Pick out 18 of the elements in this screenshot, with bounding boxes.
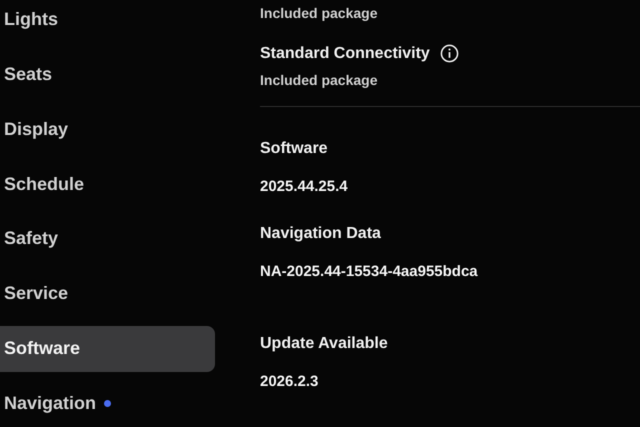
section-title: Update Available [260, 335, 389, 353]
sidebar-item[interactable]: Safety [0, 216, 215, 262]
section-title: Software [260, 140, 329, 158]
section-title: Navigation Data [260, 225, 382, 243]
sidebar-item[interactable]: Service [0, 270, 215, 318]
sidebar-item[interactable]: Lights [0, 0, 215, 42]
connectivity-title: Standard Connectivity [260, 44, 430, 62]
sidebar-item[interactable]: Display [0, 106, 215, 152]
package-label: Included package [260, 72, 378, 88]
info-icon[interactable] [440, 44, 459, 63]
package-label: Included package [260, 5, 378, 21]
section-value: 2025.44.25.4 [260, 178, 349, 195]
sidebar-item[interactable]: Schedule [0, 160, 215, 208]
sidebar-item[interactable]: Software [0, 326, 215, 372]
section-value: NA-2025.44-15534-4aa955bdca [260, 263, 479, 280]
sidebar-item[interactable]: Navigation [0, 380, 215, 427]
section-value: 2026.2.3 [260, 373, 320, 390]
sidebar-item[interactable]: Seats [0, 50, 215, 98]
